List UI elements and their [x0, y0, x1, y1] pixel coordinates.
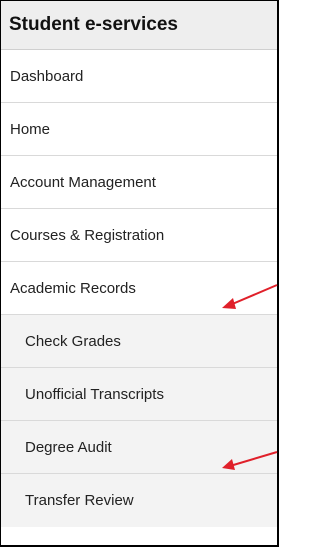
menu-item-account-management[interactable]: Account Management [1, 156, 277, 209]
submenu-item-check-grades[interactable]: Check Grades [1, 315, 277, 368]
menu-item-courses-registration[interactable]: Courses & Registration [1, 209, 277, 262]
menu-item-academic-records[interactable]: Academic Records [1, 262, 277, 315]
menu-item-home[interactable]: Home [1, 103, 277, 156]
student-eservices-menu: Student e-services Dashboard Home Accoun… [0, 0, 279, 547]
submenu-item-transfer-review[interactable]: Transfer Review [1, 474, 277, 527]
menu-item-dashboard[interactable]: Dashboard [1, 50, 277, 103]
submenu-item-degree-audit[interactable]: Degree Audit [1, 421, 277, 474]
submenu-item-unofficial-transcripts[interactable]: Unofficial Transcripts [1, 368, 277, 421]
menu-title: Student e-services [1, 1, 277, 50]
